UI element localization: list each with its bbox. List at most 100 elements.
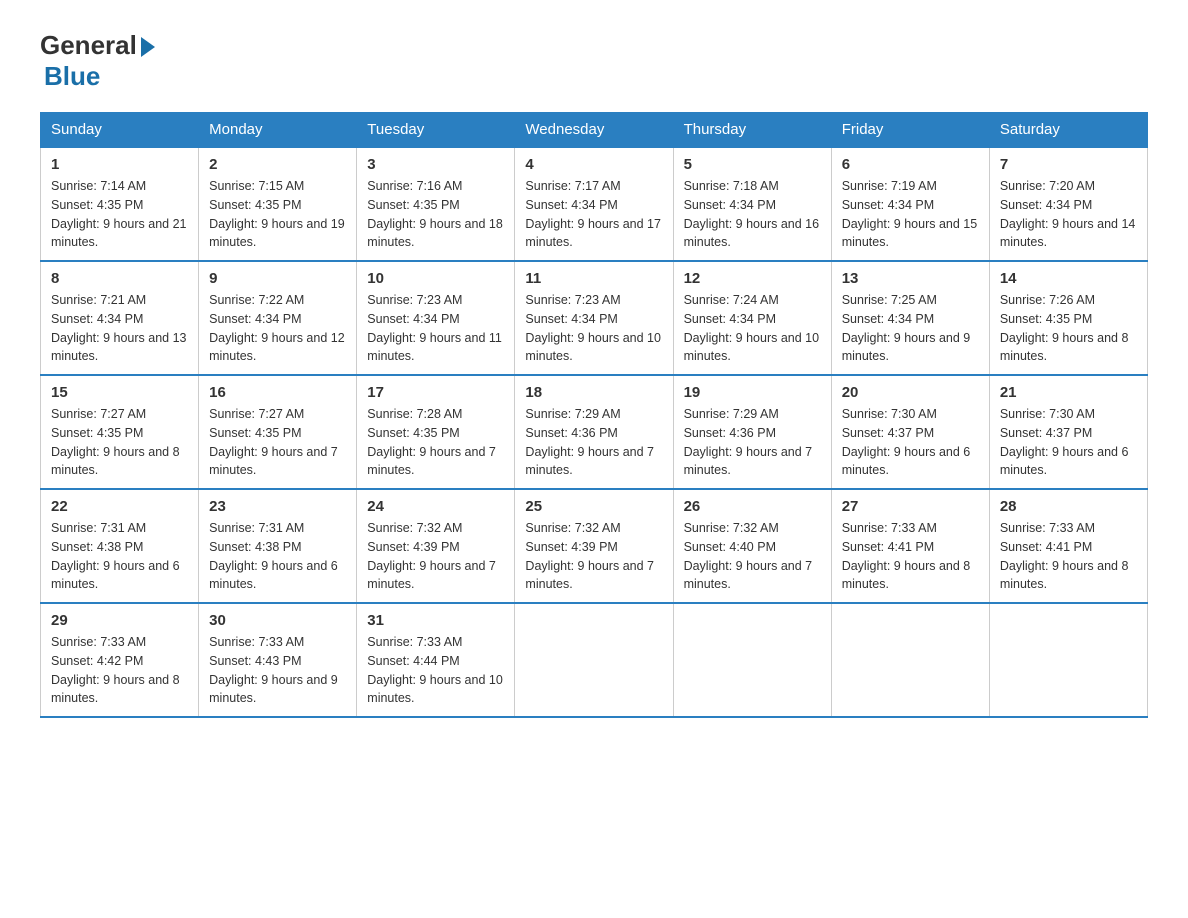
day-number: 25 <box>525 498 662 515</box>
day-info: Sunrise: 7:19 AM Sunset: 4:34 PM Dayligh… <box>842 177 979 252</box>
day-info: Sunrise: 7:29 AM Sunset: 4:36 PM Dayligh… <box>525 405 662 480</box>
day-number: 23 <box>209 498 346 515</box>
day-number: 18 <box>525 384 662 401</box>
day-of-week-header: Friday <box>831 113 989 148</box>
day-number: 5 <box>684 156 821 173</box>
calendar-cell: 13 Sunrise: 7:25 AM Sunset: 4:34 PM Dayl… <box>831 261 989 375</box>
calendar-cell: 25 Sunrise: 7:32 AM Sunset: 4:39 PM Dayl… <box>515 489 673 603</box>
calendar-cell: 18 Sunrise: 7:29 AM Sunset: 4:36 PM Dayl… <box>515 375 673 489</box>
day-number: 3 <box>367 156 504 173</box>
calendar-week-row: 15 Sunrise: 7:27 AM Sunset: 4:35 PM Dayl… <box>41 375 1148 489</box>
day-info: Sunrise: 7:18 AM Sunset: 4:34 PM Dayligh… <box>684 177 821 252</box>
calendar-header-row: SundayMondayTuesdayWednesdayThursdayFrid… <box>41 113 1148 148</box>
calendar-cell: 11 Sunrise: 7:23 AM Sunset: 4:34 PM Dayl… <box>515 261 673 375</box>
day-number: 13 <box>842 270 979 287</box>
calendar-cell <box>831 603 989 717</box>
day-info: Sunrise: 7:27 AM Sunset: 4:35 PM Dayligh… <box>51 405 188 480</box>
day-info: Sunrise: 7:30 AM Sunset: 4:37 PM Dayligh… <box>842 405 979 480</box>
day-info: Sunrise: 7:28 AM Sunset: 4:35 PM Dayligh… <box>367 405 504 480</box>
day-info: Sunrise: 7:33 AM Sunset: 4:44 PM Dayligh… <box>367 633 504 708</box>
day-number: 19 <box>684 384 821 401</box>
calendar-cell: 15 Sunrise: 7:27 AM Sunset: 4:35 PM Dayl… <box>41 375 199 489</box>
calendar-week-row: 8 Sunrise: 7:21 AM Sunset: 4:34 PM Dayli… <box>41 261 1148 375</box>
day-of-week-header: Saturday <box>989 113 1147 148</box>
calendar-cell: 20 Sunrise: 7:30 AM Sunset: 4:37 PM Dayl… <box>831 375 989 489</box>
calendar-cell: 28 Sunrise: 7:33 AM Sunset: 4:41 PM Dayl… <box>989 489 1147 603</box>
day-number: 4 <box>525 156 662 173</box>
day-number: 17 <box>367 384 504 401</box>
day-number: 8 <box>51 270 188 287</box>
day-of-week-header: Monday <box>199 113 357 148</box>
day-number: 14 <box>1000 270 1137 287</box>
calendar-cell: 2 Sunrise: 7:15 AM Sunset: 4:35 PM Dayli… <box>199 147 357 261</box>
day-number: 10 <box>367 270 504 287</box>
calendar-cell <box>989 603 1147 717</box>
calendar-cell: 7 Sunrise: 7:20 AM Sunset: 4:34 PM Dayli… <box>989 147 1147 261</box>
day-info: Sunrise: 7:32 AM Sunset: 4:40 PM Dayligh… <box>684 519 821 594</box>
calendar-table: SundayMondayTuesdayWednesdayThursdayFrid… <box>40 112 1148 718</box>
calendar-week-row: 1 Sunrise: 7:14 AM Sunset: 4:35 PM Dayli… <box>41 147 1148 261</box>
day-number: 20 <box>842 384 979 401</box>
calendar-cell: 31 Sunrise: 7:33 AM Sunset: 4:44 PM Dayl… <box>357 603 515 717</box>
calendar-cell: 26 Sunrise: 7:32 AM Sunset: 4:40 PM Dayl… <box>673 489 831 603</box>
day-info: Sunrise: 7:30 AM Sunset: 4:37 PM Dayligh… <box>1000 405 1137 480</box>
calendar-cell: 10 Sunrise: 7:23 AM Sunset: 4:34 PM Dayl… <box>357 261 515 375</box>
day-number: 6 <box>842 156 979 173</box>
day-number: 24 <box>367 498 504 515</box>
day-info: Sunrise: 7:22 AM Sunset: 4:34 PM Dayligh… <box>209 291 346 366</box>
day-of-week-header: Thursday <box>673 113 831 148</box>
logo-blue-text: Blue <box>44 61 100 92</box>
logo-arrow-icon <box>141 37 155 57</box>
logo-general-text: General <box>40 30 137 61</box>
day-number: 26 <box>684 498 821 515</box>
calendar-cell: 8 Sunrise: 7:21 AM Sunset: 4:34 PM Dayli… <box>41 261 199 375</box>
day-number: 16 <box>209 384 346 401</box>
day-number: 12 <box>684 270 821 287</box>
calendar-cell: 22 Sunrise: 7:31 AM Sunset: 4:38 PM Dayl… <box>41 489 199 603</box>
day-info: Sunrise: 7:31 AM Sunset: 4:38 PM Dayligh… <box>51 519 188 594</box>
day-info: Sunrise: 7:24 AM Sunset: 4:34 PM Dayligh… <box>684 291 821 366</box>
calendar-cell: 12 Sunrise: 7:24 AM Sunset: 4:34 PM Dayl… <box>673 261 831 375</box>
day-info: Sunrise: 7:33 AM Sunset: 4:42 PM Dayligh… <box>51 633 188 708</box>
day-info: Sunrise: 7:33 AM Sunset: 4:41 PM Dayligh… <box>842 519 979 594</box>
day-number: 1 <box>51 156 188 173</box>
day-of-week-header: Tuesday <box>357 113 515 148</box>
calendar-cell: 19 Sunrise: 7:29 AM Sunset: 4:36 PM Dayl… <box>673 375 831 489</box>
day-info: Sunrise: 7:32 AM Sunset: 4:39 PM Dayligh… <box>367 519 504 594</box>
day-number: 30 <box>209 612 346 629</box>
calendar-cell <box>673 603 831 717</box>
calendar-cell: 6 Sunrise: 7:19 AM Sunset: 4:34 PM Dayli… <box>831 147 989 261</box>
day-info: Sunrise: 7:21 AM Sunset: 4:34 PM Dayligh… <box>51 291 188 366</box>
day-number: 2 <box>209 156 346 173</box>
day-number: 7 <box>1000 156 1137 173</box>
calendar-cell: 21 Sunrise: 7:30 AM Sunset: 4:37 PM Dayl… <box>989 375 1147 489</box>
day-number: 11 <box>525 270 662 287</box>
day-info: Sunrise: 7:33 AM Sunset: 4:41 PM Dayligh… <box>1000 519 1137 594</box>
calendar-week-row: 29 Sunrise: 7:33 AM Sunset: 4:42 PM Dayl… <box>41 603 1148 717</box>
calendar-cell: 24 Sunrise: 7:32 AM Sunset: 4:39 PM Dayl… <box>357 489 515 603</box>
calendar-cell: 30 Sunrise: 7:33 AM Sunset: 4:43 PM Dayl… <box>199 603 357 717</box>
calendar-cell: 4 Sunrise: 7:17 AM Sunset: 4:34 PM Dayli… <box>515 147 673 261</box>
day-info: Sunrise: 7:17 AM Sunset: 4:34 PM Dayligh… <box>525 177 662 252</box>
logo: General Blue <box>40 30 155 92</box>
day-info: Sunrise: 7:32 AM Sunset: 4:39 PM Dayligh… <box>525 519 662 594</box>
calendar-week-row: 22 Sunrise: 7:31 AM Sunset: 4:38 PM Dayl… <box>41 489 1148 603</box>
day-info: Sunrise: 7:23 AM Sunset: 4:34 PM Dayligh… <box>367 291 504 366</box>
calendar-cell: 5 Sunrise: 7:18 AM Sunset: 4:34 PM Dayli… <box>673 147 831 261</box>
calendar-cell: 9 Sunrise: 7:22 AM Sunset: 4:34 PM Dayli… <box>199 261 357 375</box>
day-info: Sunrise: 7:25 AM Sunset: 4:34 PM Dayligh… <box>842 291 979 366</box>
day-number: 9 <box>209 270 346 287</box>
calendar-cell: 16 Sunrise: 7:27 AM Sunset: 4:35 PM Dayl… <box>199 375 357 489</box>
day-number: 31 <box>367 612 504 629</box>
calendar-cell: 3 Sunrise: 7:16 AM Sunset: 4:35 PM Dayli… <box>357 147 515 261</box>
day-info: Sunrise: 7:27 AM Sunset: 4:35 PM Dayligh… <box>209 405 346 480</box>
day-info: Sunrise: 7:16 AM Sunset: 4:35 PM Dayligh… <box>367 177 504 252</box>
day-number: 27 <box>842 498 979 515</box>
page-header: General Blue <box>40 30 1148 92</box>
day-info: Sunrise: 7:20 AM Sunset: 4:34 PM Dayligh… <box>1000 177 1137 252</box>
day-info: Sunrise: 7:14 AM Sunset: 4:35 PM Dayligh… <box>51 177 188 252</box>
day-info: Sunrise: 7:23 AM Sunset: 4:34 PM Dayligh… <box>525 291 662 366</box>
day-info: Sunrise: 7:33 AM Sunset: 4:43 PM Dayligh… <box>209 633 346 708</box>
day-of-week-header: Wednesday <box>515 113 673 148</box>
calendar-cell: 29 Sunrise: 7:33 AM Sunset: 4:42 PM Dayl… <box>41 603 199 717</box>
